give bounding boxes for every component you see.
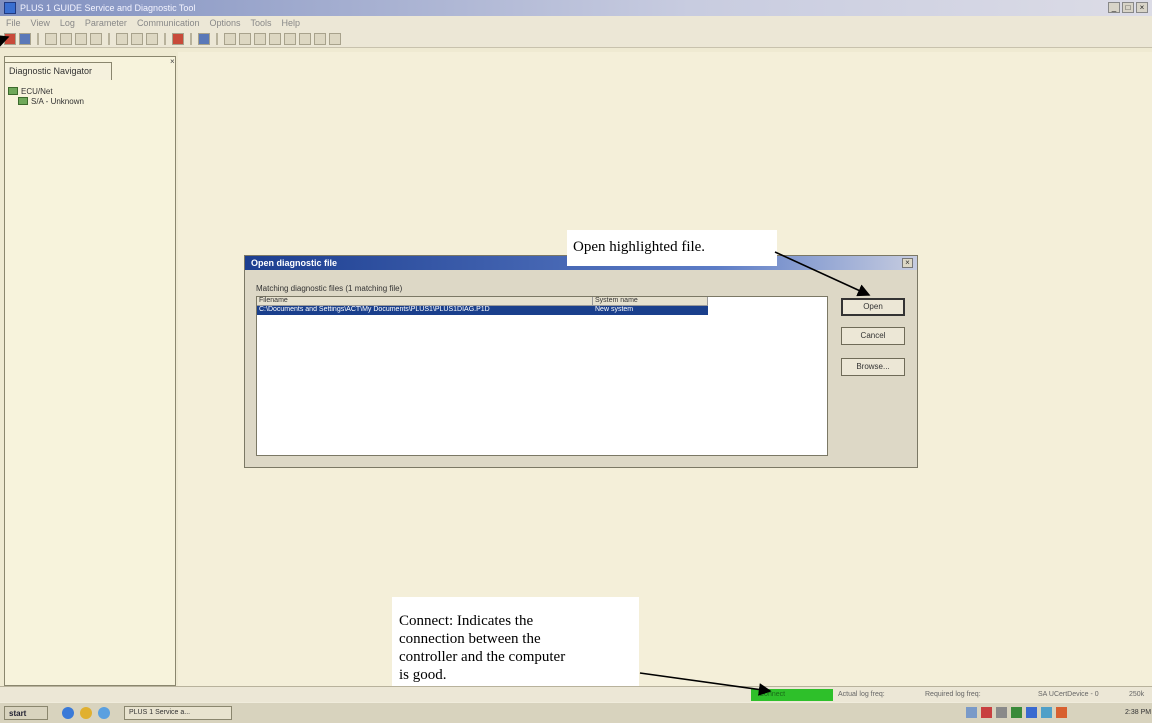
diagnostic-navigator-panel xyxy=(4,56,176,686)
column-header-filename[interactable]: Filename xyxy=(257,297,593,306)
find-icon[interactable] xyxy=(131,32,143,45)
actual-log-freq-label: Actual log freq: xyxy=(838,691,885,698)
browser-icon[interactable] xyxy=(62,707,74,719)
media-icon[interactable] xyxy=(98,707,110,719)
device-label: SA UCertDevice - 0 xyxy=(1038,691,1099,698)
monitor-icon[interactable] xyxy=(1041,707,1052,718)
connect-status-indicator: Connect xyxy=(751,689,833,701)
tree-node-unknown[interactable]: S/A - Unknown xyxy=(8,96,84,106)
volume-icon[interactable] xyxy=(996,707,1007,718)
device-icon[interactable] xyxy=(1011,707,1022,718)
callout-connect-line: connection between the xyxy=(399,631,541,647)
callout-open-file: Open highlighted file. xyxy=(567,230,777,266)
tool-c-icon[interactable] xyxy=(254,32,266,45)
network-icon[interactable] xyxy=(966,707,977,718)
menu-view[interactable]: View xyxy=(31,18,50,28)
stop-icon[interactable] xyxy=(172,32,184,45)
settings-icon[interactable] xyxy=(146,32,158,45)
save-icon[interactable] xyxy=(19,32,31,45)
tool-d-icon[interactable] xyxy=(269,32,281,45)
app-icon xyxy=(4,2,16,14)
menu-bar: File View Log Parameter Communication Op… xyxy=(0,16,1152,30)
dialog-close-button[interactable]: × xyxy=(902,258,913,268)
file-path-cell: C:\Documents and Settings\ACT\My Documen… xyxy=(259,306,490,313)
ecu-icon xyxy=(18,97,28,105)
minimize-button[interactable]: _ xyxy=(1108,2,1120,13)
title-bar: PLUS 1 GUIDE Service and Diagnostic Tool… xyxy=(0,0,1152,16)
tool-g-icon[interactable] xyxy=(314,32,326,45)
tree-node-label: ECU/Net xyxy=(21,86,53,96)
table-row[interactable]: C:\Documents and Settings\ACT\My Documen… xyxy=(257,306,708,315)
toolbar-separator xyxy=(190,32,192,45)
toolbar xyxy=(0,30,1152,48)
window-controls: _ □ × xyxy=(1108,2,1148,13)
menu-help[interactable]: Help xyxy=(282,18,301,28)
open-diagnostic-file-dialog: Open diagnostic file × Matching diagnost… xyxy=(244,255,918,468)
taskbar: start PLUS 1 Service a... 2:38 PM xyxy=(0,702,1152,723)
required-log-freq-label: Required log freq: xyxy=(925,691,981,698)
print-icon[interactable] xyxy=(116,32,128,45)
cancel-button[interactable]: Cancel xyxy=(841,327,905,345)
menu-tools[interactable]: Tools xyxy=(251,18,272,28)
status-bar: Connect Actual log freq: Required log fr… xyxy=(0,686,1152,702)
toolbar-separator xyxy=(108,32,110,45)
callout-connect-line: Connect: Indicates the xyxy=(399,613,534,629)
tree-node-ecu-net[interactable]: ECU/Net xyxy=(8,86,84,96)
tool-f-icon[interactable] xyxy=(299,32,311,45)
menu-communication[interactable]: Communication xyxy=(137,18,200,28)
open-icon[interactable] xyxy=(45,32,57,45)
navigator-icon[interactable] xyxy=(198,32,210,45)
bluetooth-icon[interactable] xyxy=(1026,707,1037,718)
callout-connect-line: is good. xyxy=(399,667,447,683)
system-name-cell: New system xyxy=(595,306,634,313)
maximize-button[interactable]: □ xyxy=(1122,2,1134,13)
folder-icon[interactable] xyxy=(80,707,92,719)
tool-e-icon[interactable] xyxy=(284,32,296,45)
browse-button[interactable]: Browse... xyxy=(841,358,905,376)
antivirus-icon[interactable] xyxy=(981,707,992,718)
menu-options[interactable]: Options xyxy=(209,18,240,28)
task-button-service-tool[interactable]: PLUS 1 Service a... xyxy=(124,706,232,720)
file-list-header: Filename System name xyxy=(257,297,827,306)
window-title: PLUS 1 GUIDE Service and Diagnostic Tool xyxy=(20,3,196,13)
open-button[interactable]: Open xyxy=(841,298,905,316)
tab-diagnostic-navigator[interactable]: Diagnostic Navigator xyxy=(4,62,112,80)
callout-connect-line: controller and the computer xyxy=(399,649,566,665)
toolbar-separator xyxy=(164,32,166,45)
toolbar-separator xyxy=(37,32,39,45)
connect-toolbar-icon[interactable] xyxy=(4,32,16,45)
desktop-screen: PLUS 1 GUIDE Service and Diagnostic Tool… xyxy=(0,0,1152,723)
panel-close-icon[interactable]: × xyxy=(170,57,175,66)
start-button[interactable]: start xyxy=(4,706,48,720)
tree-node-label: S/A - Unknown xyxy=(31,96,84,106)
column-header-system-name[interactable]: System name xyxy=(593,297,708,306)
menu-parameter[interactable]: Parameter xyxy=(85,18,127,28)
baud-rate-label: 250k xyxy=(1129,691,1145,698)
menu-log[interactable]: Log xyxy=(60,18,75,28)
menu-file[interactable]: File xyxy=(6,18,21,28)
close-button[interactable]: × xyxy=(1136,2,1148,13)
tool-a-icon[interactable] xyxy=(224,32,236,45)
tool-b-icon[interactable] xyxy=(239,32,251,45)
tool-h-icon[interactable] xyxy=(329,32,341,45)
matching-files-label: Matching diagnostic files (1 matching fi… xyxy=(256,284,403,293)
list-icon[interactable] xyxy=(75,32,87,45)
file-list[interactable]: Filename System name C:\Documents and Se… xyxy=(256,296,828,456)
grid-icon[interactable] xyxy=(90,32,102,45)
security-icon[interactable] xyxy=(1056,707,1067,718)
system-tray xyxy=(966,707,1067,718)
toolbar-separator xyxy=(216,32,218,45)
refresh-icon[interactable] xyxy=(60,32,72,45)
clock: 2:38 PM xyxy=(1125,709,1152,716)
network-icon xyxy=(8,87,18,95)
navigator-tree: ECU/Net S/A - Unknown xyxy=(8,86,84,106)
